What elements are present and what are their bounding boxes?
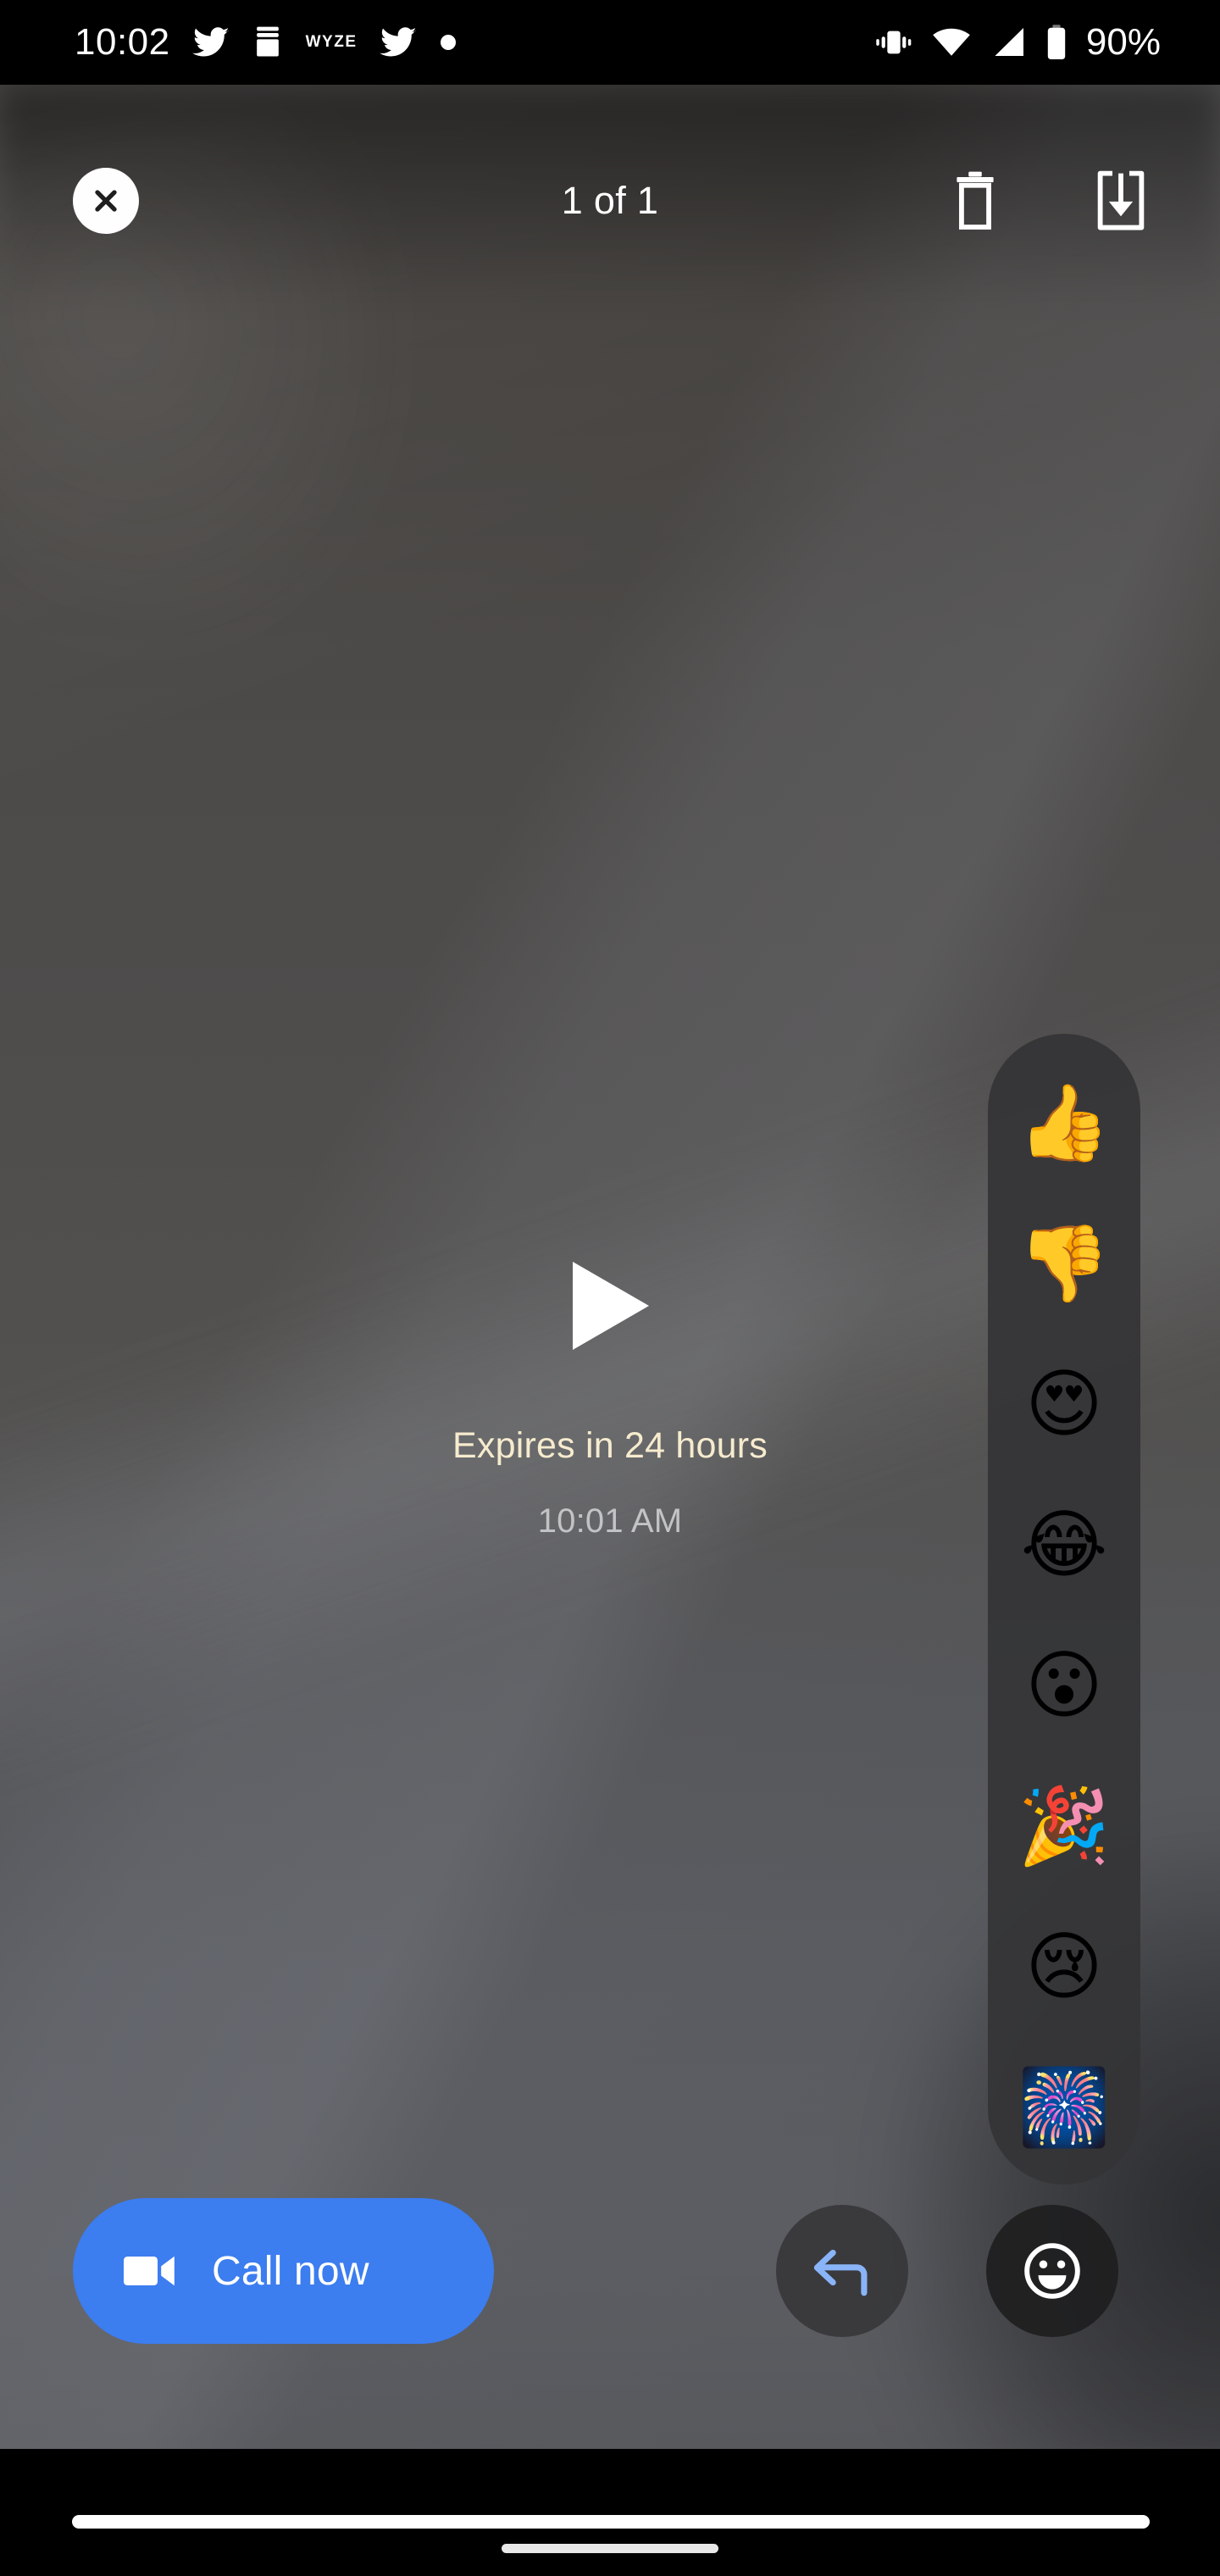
reaction-tears-of-joy[interactable]: 😂 [988, 1474, 1140, 1615]
app-stack-icon [256, 26, 279, 57]
gesture-handle[interactable] [502, 2544, 718, 2553]
status-bar-right: 90% [874, 0, 1161, 85]
media-viewer-toolbar: 1 of 1 [0, 136, 1220, 263]
reaction-fireworks[interactable]: 🎆 [988, 2037, 1140, 2178]
dot-icon [440, 35, 456, 50]
home-indicator[interactable] [72, 2515, 1150, 2529]
twitter-icon [191, 27, 229, 57]
save-to-device-button[interactable] [1086, 166, 1156, 236]
reaction-bar: 👍 👎 😍 😂 😮 🎉 😢 🎆 [988, 1034, 1140, 2185]
play-icon [573, 1262, 649, 1350]
download-to-device-icon [1097, 170, 1145, 230]
reaction-heart-eyes[interactable]: 😍 [988, 1334, 1140, 1474]
cellular-signal-icon [995, 28, 1023, 56]
phone-screen: 10:02 WYZE 90% 1 of 1 Expires in 24 hour… [0, 0, 1220, 2576]
reply-button[interactable] [776, 2205, 908, 2337]
delete-button[interactable] [940, 166, 1010, 236]
emoji-picker-button[interactable] [986, 2205, 1118, 2337]
video-camera-icon [124, 2256, 175, 2286]
reaction-crying-face[interactable]: 😢 [988, 1896, 1140, 2037]
status-bar: 10:02 WYZE 90% [0, 0, 1220, 85]
reaction-thumbs-up[interactable]: 👍 [988, 1052, 1140, 1193]
reaction-open-mouth[interactable]: 😮 [988, 1615, 1140, 1756]
status-bar-left: 10:02 WYZE [75, 21, 458, 64]
bottom-action-bar: Call now [0, 2198, 1220, 2344]
play-button[interactable] [568, 1260, 652, 1352]
smiley-face-icon [1024, 2243, 1080, 2299]
call-now-label: Call now [212, 2248, 369, 2294]
battery-icon [1047, 25, 1066, 59]
reply-arrow-icon [813, 2249, 868, 2296]
battery-percent-label: 90% [1085, 21, 1161, 63]
reaction-thumbs-down[interactable]: 👎 [988, 1193, 1140, 1334]
wifi-icon [933, 28, 970, 56]
system-navigation-bar [0, 2449, 1220, 2576]
status-clock: 10:02 [75, 21, 170, 63]
reaction-party-popper[interactable]: 🎉 [988, 1756, 1140, 1896]
vibrate-icon [876, 31, 912, 54]
twitter-icon [379, 27, 416, 57]
wyze-icon: WYZE [305, 33, 358, 51]
trash-icon [957, 171, 994, 230]
call-now-button[interactable]: Call now [73, 2198, 494, 2344]
page-indicator: 1 of 1 [561, 179, 659, 222]
